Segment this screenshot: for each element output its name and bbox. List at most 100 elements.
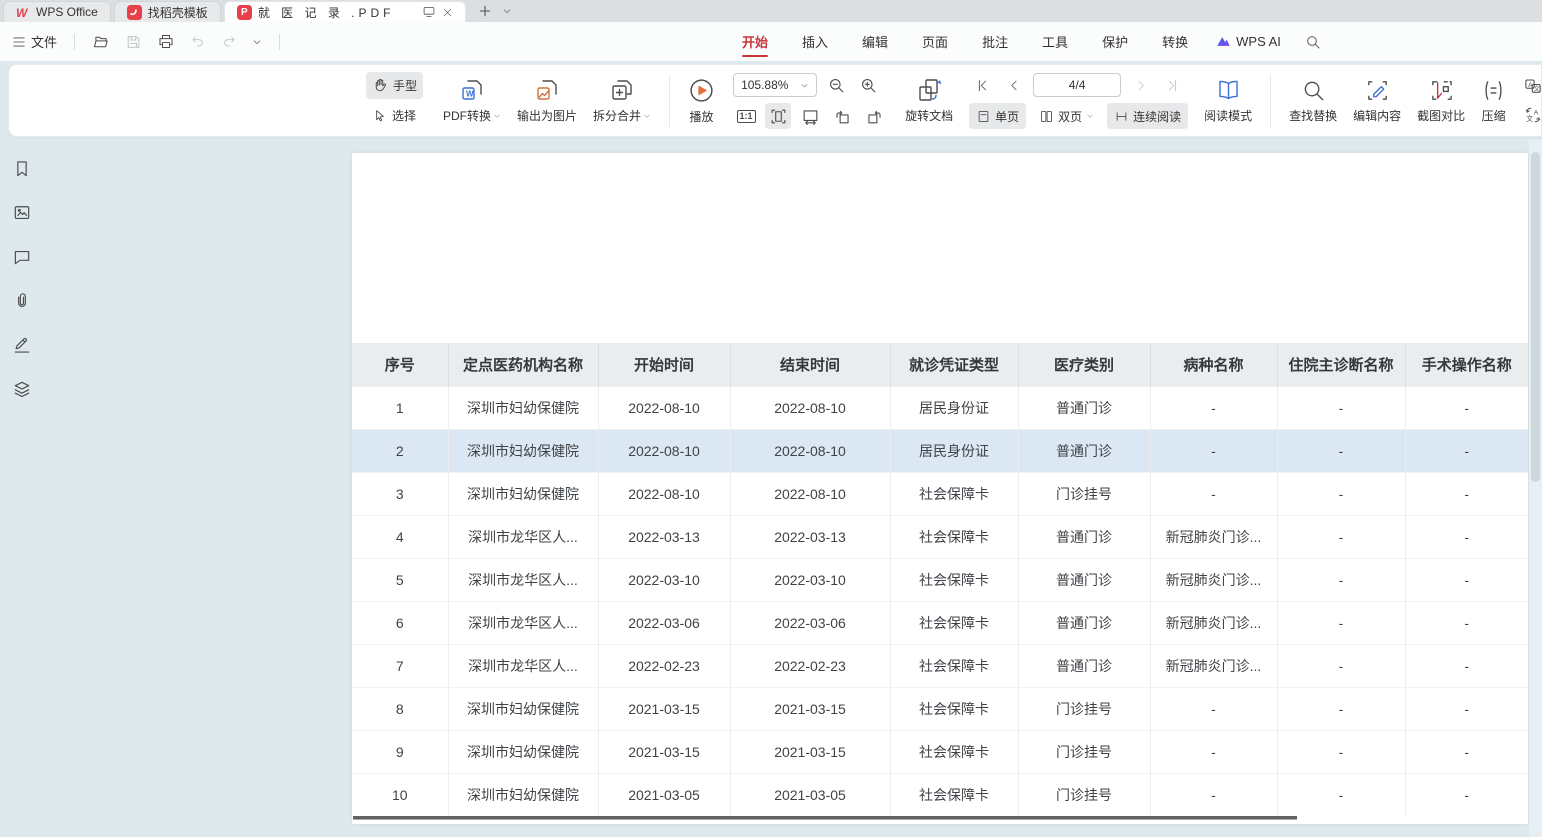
table-cell: - [1405,558,1528,601]
table-cell: 深圳市龙华区人... [448,515,598,558]
rotate-left-button[interactable] [829,103,855,129]
table-cell: - [1277,730,1405,773]
read-mode-button[interactable]: 阅读模式 [1196,73,1260,128]
play-icon [688,77,715,104]
table-cell: 新冠肺炎门诊... [1150,558,1277,601]
open-file-icon[interactable] [88,31,114,53]
pdf-convert-icon: W [459,77,485,103]
export-image-button[interactable]: 输出为图片 [509,73,585,128]
zoom-in-icon[interactable] [855,72,881,98]
screen-cast-icon[interactable] [422,6,436,18]
thumbnail-icon[interactable] [11,202,33,224]
table-cell: 门诊挂号 [1018,687,1150,730]
hand-tool-label: 手型 [393,77,417,94]
signature-pen-icon[interactable] [11,334,33,356]
header-cell: 住院主诊断名称 [1277,343,1405,386]
table-cell: - [1150,386,1277,429]
pdf-convert-button[interactable]: W PDF转换 [435,73,509,128]
hand-tool-button[interactable]: 手型 [366,72,423,99]
fit-page-button[interactable] [765,103,791,129]
rotate-document-button[interactable]: 旋转文档 [897,73,961,128]
table-cell: 普通门诊 [1018,644,1150,687]
table-cell: 2022-02-23 [730,644,890,687]
table-cell: - [1277,644,1405,687]
chevron-down-icon [643,112,651,120]
menu-edit[interactable]: 编辑 [850,28,900,55]
table-cell: - [1405,429,1528,472]
table-cell: 普通门诊 [1018,601,1150,644]
menu-home[interactable]: 开始 [730,28,780,55]
export-image-label: 输出为图片 [517,107,577,124]
screenshot-compare-button[interactable]: 截图对比 [1409,74,1473,128]
select-tool-button[interactable]: 选择 [366,102,423,129]
play-button[interactable]: 播放 [680,73,723,129]
quick-access-chevron-icon[interactable] [248,34,266,50]
page-number-input[interactable] [1033,73,1121,97]
first-page-icon[interactable] [969,72,995,98]
table-cell: - [1150,687,1277,730]
pdf-page[interactable]: 序号定点医药机构名称开始时间结束时间就诊凭证类型医疗类别病种名称住院主诊断名称手… [352,153,1528,824]
zoom-level-select[interactable]: 105.88% [733,73,817,97]
tab-list-chevron-icon[interactable] [502,6,512,16]
previous-page-icon[interactable] [1001,72,1027,98]
redo-icon[interactable] [217,31,241,52]
tab-docer-templates[interactable]: 找稻壳模板 [114,1,221,22]
svg-text:文: 文 [1534,85,1540,93]
new-tab-icon[interactable] [478,4,492,18]
scrollbar-thumb[interactable] [1531,152,1540,482]
table-cell: - [1277,601,1405,644]
pdf-convert-label: PDF转换 [443,107,491,124]
table-cell: - [1405,601,1528,644]
rotate-right-button[interactable] [861,103,887,129]
single-page-label: 单页 [995,108,1019,125]
menu-tools[interactable]: 工具 [1030,28,1080,55]
split-merge-button[interactable]: 拆分合并 [585,73,659,128]
undo-icon[interactable] [186,31,210,52]
single-page-button[interactable]: 单页 [969,103,1026,129]
attachment-icon[interactable] [11,290,33,312]
file-menu-button[interactable]: 文件 [8,29,61,54]
actual-size-button[interactable]: 1:1 [733,103,759,129]
print-icon[interactable] [153,30,179,53]
menu-insert[interactable]: 插入 [790,28,840,55]
full-text-translate-button[interactable]: A文 全文翻译 [1524,74,1542,98]
menu-page[interactable]: 页面 [910,28,960,55]
last-page-icon[interactable] [1159,72,1185,98]
double-page-button[interactable]: 双页 [1032,103,1101,129]
header-cell: 手术操作名称 [1405,343,1528,386]
next-page-icon[interactable] [1127,72,1153,98]
table-cell: 2021-03-05 [598,773,730,816]
continuous-reading-button[interactable]: 连续阅读 [1107,103,1188,129]
menu-protect[interactable]: 保护 [1090,28,1140,55]
table-cell: - [1405,730,1528,773]
table-row: 7深圳市龙华区人...2022-02-232022-02-23社会保障卡普通门诊… [352,644,1528,687]
layers-icon[interactable] [11,378,33,400]
comment-icon[interactable] [11,246,33,268]
table-row: 5深圳市龙华区人...2022-03-102022-03-10社会保障卡普通门诊… [352,558,1528,601]
table-cell: - [1405,515,1528,558]
find-replace-button[interactable]: 查找替换 [1281,74,1345,128]
find-replace-label: 查找替换 [1289,107,1337,124]
table-cell: - [1277,386,1405,429]
compress-button[interactable]: 压缩 [1473,74,1514,128]
table-cell: 2022-03-13 [730,515,890,558]
close-tab-icon[interactable] [442,7,453,18]
table-cell: - [1405,644,1528,687]
fit-width-button[interactable] [797,103,823,129]
table-cell: 新冠肺炎门诊... [1150,601,1277,644]
tab-document-pdf[interactable]: P 就 医 记 录 .PDF [224,1,466,22]
vertical-scrollbar[interactable] [1529,140,1542,837]
wps-ai-button[interactable]: WPS AI [1210,34,1287,49]
save-icon[interactable] [121,31,146,53]
word-translate-button[interactable]: 文A 划词翻译 [1524,103,1542,127]
bookmark-icon[interactable] [11,158,33,180]
zoom-out-icon[interactable] [823,72,849,98]
menu-comment[interactable]: 批注 [970,28,1020,55]
table-cell: 2022-03-06 [730,601,890,644]
tab-wps-home[interactable]: W WPS Office [3,1,111,22]
menu-convert[interactable]: 转换 [1150,28,1200,55]
menubar-search-icon[interactable] [1297,34,1329,50]
svg-text:W: W [466,90,474,99]
hamburger-icon [12,36,26,48]
edit-content-button[interactable]: 编辑内容 [1345,74,1409,128]
